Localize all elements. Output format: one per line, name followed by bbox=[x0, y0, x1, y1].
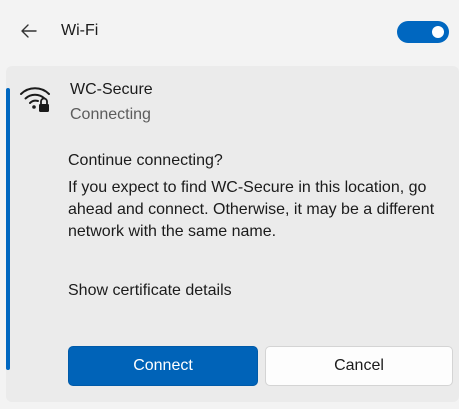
cancel-button[interactable]: Cancel bbox=[265, 346, 453, 386]
page-title: Wi-Fi bbox=[61, 22, 99, 39]
connect-button[interactable]: Connect bbox=[68, 346, 258, 386]
prompt-explanation: If you expect to find WC-Secure in this … bbox=[68, 179, 435, 240]
wifi-header: Wi-Fi bbox=[0, 0, 459, 62]
toggle-knob bbox=[432, 26, 444, 38]
prompt-question: Continue connecting? bbox=[68, 152, 223, 169]
network-status: Connecting bbox=[70, 106, 151, 123]
show-certificate-link[interactable]: Show certificate details bbox=[68, 280, 232, 302]
selection-indicator bbox=[6, 88, 10, 370]
back-arrow-icon[interactable] bbox=[18, 20, 40, 42]
wifi-secured-icon bbox=[19, 82, 51, 114]
network-name: WC-Secure bbox=[70, 81, 153, 98]
wifi-toggle[interactable] bbox=[397, 21, 449, 43]
